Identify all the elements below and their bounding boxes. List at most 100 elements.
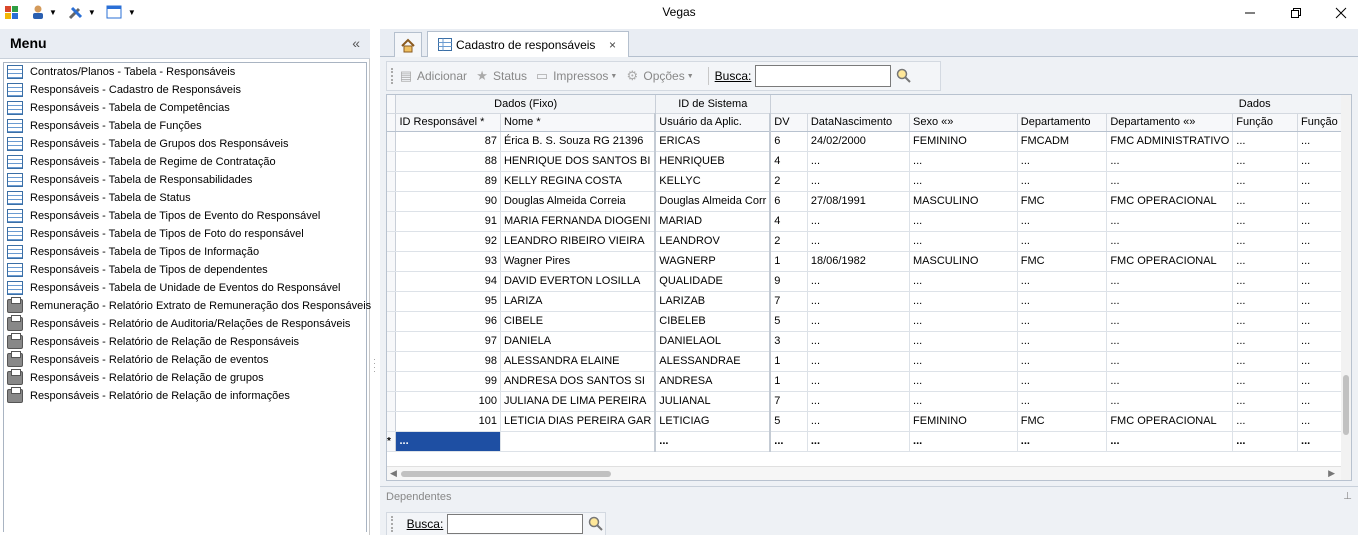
table-cell[interactable]: LEANDRO RIBEIRO VIEIRA	[500, 231, 657, 252]
table-cell[interactable]: ...	[1232, 271, 1299, 292]
new-row-cell[interactable]	[500, 430, 657, 452]
table-cell[interactable]: ...	[1106, 211, 1234, 232]
table-row[interactable]: 89 KELLY REGINA COSTA KELLYC 2.............…	[387, 171, 1351, 192]
close-tab-icon[interactable]: ×	[609, 38, 616, 52]
table-cell[interactable]: LARIZA	[500, 291, 657, 312]
table-cell[interactable]: 92	[395, 231, 501, 252]
scroll-left-icon[interactable]: ◀	[390, 468, 397, 479]
band-dados[interactable]: Dados	[770, 95, 1351, 114]
table-cell[interactable]: ...	[807, 371, 911, 392]
dependents-search-input[interactable]	[447, 514, 584, 534]
table-cell[interactable]: ERICAS	[655, 131, 772, 152]
table-cell[interactable]: 101	[395, 411, 501, 432]
row-indicator[interactable]	[387, 231, 397, 252]
table-cell[interactable]: QUALIDADE	[655, 271, 772, 292]
table-cell[interactable]: 94	[395, 271, 501, 292]
row-indicator[interactable]	[387, 291, 397, 312]
search-icon[interactable]	[894, 66, 914, 86]
home-tab[interactable]	[394, 32, 422, 57]
table-cell[interactable]: ...	[1232, 151, 1299, 172]
table-cell[interactable]: ...	[1232, 191, 1299, 212]
close-button[interactable]	[1318, 0, 1358, 25]
menu-item[interactable]: Responsáveis - Tabela de Funções	[4, 117, 366, 135]
table-cell[interactable]: ...	[1232, 391, 1299, 412]
menu-item[interactable]: Responsáveis - Tabela de Tipos de depend…	[4, 261, 366, 279]
row-indicator[interactable]	[387, 331, 397, 352]
table-cell[interactable]: ...	[1232, 351, 1299, 372]
tab-cadastro-responsaveis[interactable]: Cadastro de responsáveis ×	[427, 31, 629, 58]
table-cell[interactable]: 7	[770, 291, 808, 312]
table-cell[interactable]: 98	[395, 351, 501, 372]
table-cell[interactable]: ...	[1106, 271, 1234, 292]
table-cell[interactable]: ...	[1017, 171, 1108, 192]
row-indicator[interactable]	[387, 211, 397, 232]
menu-item[interactable]: Responsáveis - Relatório de Relação de R…	[4, 333, 366, 351]
table-cell[interactable]: ...	[807, 151, 911, 172]
table-cell[interactable]: 27/08/1991	[807, 191, 911, 212]
table-cell[interactable]: ...	[1106, 351, 1234, 372]
table-cell[interactable]: 90	[395, 191, 501, 212]
band-id-sistema[interactable]: ID de Sistema	[655, 95, 771, 114]
table-cell[interactable]: ...	[1232, 131, 1299, 152]
row-indicator[interactable]	[387, 311, 397, 332]
row-indicator[interactable]	[387, 391, 397, 412]
table-cell[interactable]: ...	[807, 351, 911, 372]
column-header[interactable]: DataNascimento	[807, 113, 911, 132]
table-cell[interactable]: 6	[770, 191, 808, 212]
column-header[interactable]: Sexo «»	[909, 113, 1018, 132]
row-indicator[interactable]	[387, 191, 397, 212]
menu-item[interactable]: Responsáveis - Relatório de Relação de e…	[4, 351, 366, 369]
table-cell[interactable]: ...	[1232, 211, 1299, 232]
table-cell[interactable]: 96	[395, 311, 501, 332]
table-cell[interactable]: FMC ADMINISTRATIVO	[1106, 131, 1234, 152]
new-row-cell[interactable]: ...	[1106, 430, 1234, 452]
table-cell[interactable]: 4	[770, 211, 808, 232]
table-cell[interactable]: 89	[395, 171, 501, 192]
table-cell[interactable]: ...	[1017, 351, 1108, 372]
table-cell[interactable]: Érica B. S. Souza RG 21396	[500, 131, 657, 152]
table-cell[interactable]: FMC	[1017, 191, 1108, 212]
table-cell[interactable]: ...	[807, 271, 911, 292]
table-cell[interactable]: 95	[395, 291, 501, 312]
menu-item[interactable]: Responsáveis - Tabela de Competências	[4, 99, 366, 117]
table-cell[interactable]: ANDRESA DOS SANTOS SI	[500, 371, 657, 392]
table-cell[interactable]: ...	[807, 331, 911, 352]
row-indicator[interactable]	[387, 351, 397, 372]
row-indicator[interactable]	[387, 271, 397, 292]
scroll-thumb[interactable]	[1343, 375, 1349, 435]
column-header[interactable]: Nome *	[500, 113, 657, 132]
print-button[interactable]: ▭ Impressos ▼	[535, 69, 617, 84]
menu-item[interactable]: Responsáveis - Tabela de Regime de Contr…	[4, 153, 366, 171]
table-cell[interactable]: ...	[1232, 291, 1299, 312]
row-indicator[interactable]	[387, 151, 397, 172]
table-cell[interactable]: ...	[807, 291, 911, 312]
table-cell[interactable]: 88	[395, 151, 501, 172]
table-cell[interactable]: 87	[395, 131, 501, 152]
table-cell[interactable]: MARIA FERNANDA DIOGENI	[500, 211, 657, 232]
table-cell[interactable]: ...	[909, 391, 1018, 412]
table-cell[interactable]: MASCULINO	[909, 251, 1018, 272]
table-row[interactable]: 93 Wagner Pires WAGNERP 1 18/06/1982 MASCULIN…	[387, 251, 1351, 272]
table-cell[interactable]: ANDRESA	[655, 371, 772, 392]
menu-item[interactable]: Remuneração - Relatório Extrato de Remun…	[4, 297, 371, 315]
table-cell[interactable]: ...	[1232, 331, 1299, 352]
menu-item[interactable]: Responsáveis - Cadastro de Responsáveis	[4, 81, 366, 99]
menu-item[interactable]: Responsáveis - Tabela de Tipos de Foto d…	[4, 225, 366, 243]
table-cell[interactable]: ...	[807, 391, 911, 412]
table-cell[interactable]: CIBELE	[500, 311, 657, 332]
table-cell[interactable]: FEMININO	[909, 131, 1018, 152]
table-cell[interactable]: 1	[770, 371, 808, 392]
row-indicator[interactable]	[387, 371, 397, 392]
table-cell[interactable]: LEANDROV	[655, 231, 772, 252]
table-row[interactable]: 101 LETICIA DIAS PEREIRA GAR LETICIAG 5... F…	[387, 411, 1351, 432]
table-cell[interactable]: ...	[1232, 171, 1299, 192]
table-cell[interactable]: FMC OPERACIONAL	[1106, 191, 1234, 212]
table-cell[interactable]: 91	[395, 211, 501, 232]
table-cell[interactable]: FMC OPERACIONAL	[1106, 251, 1234, 272]
table-cell[interactable]: ALESSANDRA ELAINE	[500, 351, 657, 372]
table-cell[interactable]: ...	[1017, 371, 1108, 392]
table-cell[interactable]: ...	[909, 371, 1018, 392]
table-cell[interactable]: LARIZAB	[655, 291, 772, 312]
column-header[interactable]: DV	[770, 113, 808, 132]
status-button[interactable]: ★ Status	[475, 69, 527, 84]
